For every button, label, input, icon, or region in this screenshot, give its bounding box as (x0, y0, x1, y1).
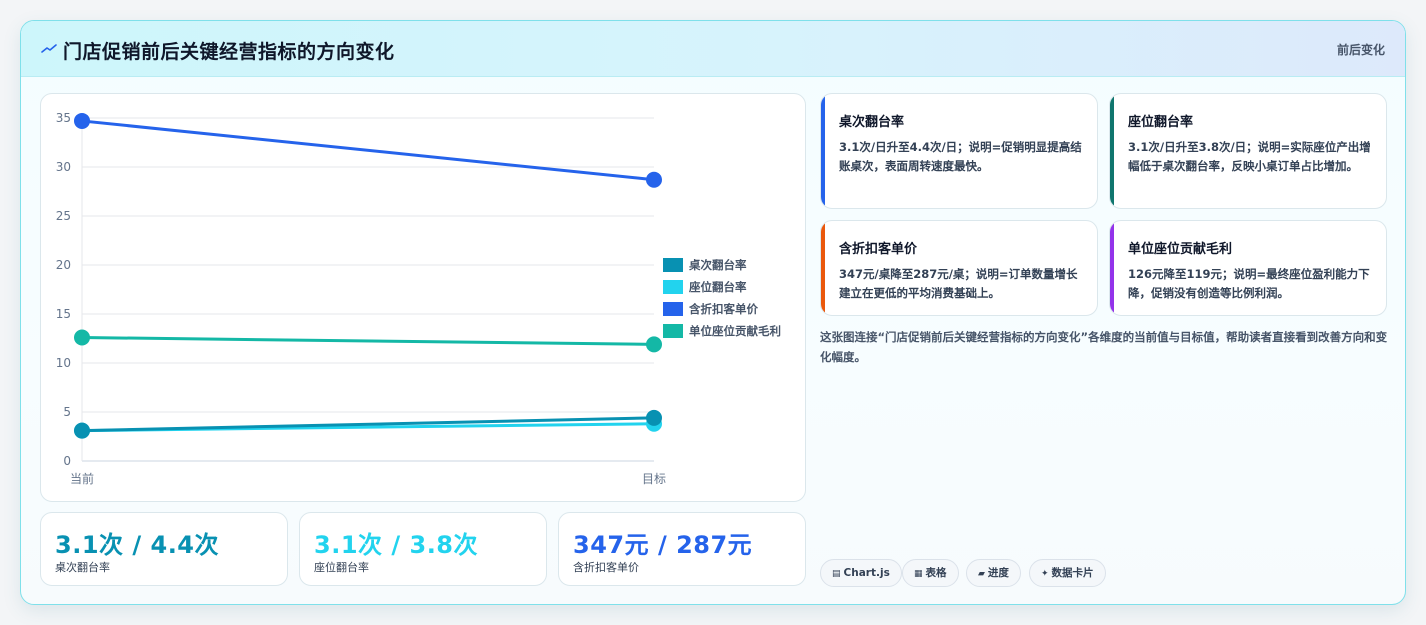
tag-label: Chart.js (843, 567, 890, 579)
legend-swatch (663, 324, 683, 338)
legend-label: 桌次翻台率 (688, 258, 747, 272)
insight-title: 单位座位贡献毛利 (1128, 242, 1233, 257)
legend-swatch (663, 258, 683, 272)
table-icon: ▦ (914, 569, 923, 579)
insight-accent-bar (1110, 94, 1114, 208)
line-chart: 0 5 10 15 20 25 30 35 当前 目标 桌次翻台率座位翻台率含折扣客单价单位座位贡献… (56, 111, 781, 486)
y-tick-label: 25 (56, 209, 71, 223)
header-badge: 前后变化 (1336, 43, 1385, 57)
data-point (74, 112, 90, 129)
tag-label: 进度 (987, 567, 1009, 579)
y-tick-label: 0 (63, 454, 71, 468)
stat-label: 桌次翻台率 (55, 561, 110, 574)
stat-value: 3.1次 / 3.8次 (314, 531, 479, 559)
legend-label: 含折扣客单价 (688, 302, 758, 316)
legend-swatch (663, 302, 683, 316)
dashboard-card: 门店促销前后关键经营指标的方向变化 前后变化 0 5 10 15 20 25 30 35 当前 目… (20, 20, 1406, 605)
x-tick-label: 目标 (642, 472, 666, 486)
page-title: 门店促销前后关键经营指标的方向变化 (63, 41, 395, 63)
stat-value: 347元 / 287元 (573, 531, 753, 559)
progress-icon: ▰ (978, 569, 985, 579)
stat-card-seat-turnover: 3.1次 / 3.8次 座位翻台率 (299, 512, 547, 586)
card-header: 门店促销前后关键经营指标的方向变化 前后变化 (21, 21, 1405, 77)
insight-accent-bar (1110, 221, 1114, 315)
chart-icon: ▤ (832, 569, 841, 579)
line-chart-panel: 0 5 10 15 20 25 30 35 当前 目标 桌次翻台率座位翻台率含折扣客单价单位座位贡献… (40, 93, 806, 502)
x-tick-label: 当前 (70, 471, 94, 486)
trend-line-icon (41, 44, 57, 53)
legend-label: 座位翻台率 (688, 280, 747, 294)
y-tick-label: 5 (63, 405, 71, 419)
insight-title: 座位翻台率 (1128, 115, 1194, 130)
tag-table[interactable]: ▦ 表格 (902, 559, 959, 587)
insight-body: 347元/桌降至287元/桌；说明=订单数量增长建立在更低的平均消费基础上。 (839, 267, 1078, 300)
series-line (81, 119, 655, 182)
tag-progress[interactable]: ▰ 进度 (966, 559, 1021, 587)
legend-swatch (663, 280, 683, 294)
y-tick-label: 20 (56, 258, 71, 272)
insight-body: 126元降至119元；说明=最终座位盈利能力下降，促销没有创造等比例利润。 (1128, 267, 1370, 300)
insight-body: 3.1次/日升至4.4次/日；说明=促销明显提高结账桌次，表面周转速度最快。 (839, 140, 1082, 173)
legend-label: 单位座位贡献毛利 (689, 324, 781, 338)
insight-card-seat-margin: 单位座位贡献毛利 126元降至119元；说明=最终座位盈利能力下降，促销没有创造… (1109, 220, 1387, 316)
tag-label: 数据卡片 (1051, 567, 1094, 579)
insight-body: 3.1次/日升至3.8次/日；说明=实际座位产出增幅低于桌次翻台率，反映小桌订单… (1128, 140, 1371, 173)
stat-label: 座位翻台率 (314, 561, 369, 574)
tag-data-card[interactable]: ✦ 数据卡片 (1029, 559, 1106, 587)
stat-label: 含折扣客单价 (573, 561, 639, 574)
y-tick-label: 10 (56, 356, 71, 370)
series-line (81, 336, 655, 346)
y-tick-label: 35 (56, 111, 71, 125)
insight-title: 桌次翻台率 (839, 115, 905, 130)
insight-accent-bar (821, 94, 825, 208)
stat-card-table-turnover: 3.1次 / 4.4次 桌次翻台率 (40, 512, 288, 586)
insight-title: 含折扣客单价 (839, 242, 918, 257)
data-point (646, 336, 662, 353)
stat-value: 3.1次 / 4.4次 (55, 531, 220, 559)
tag-label: 表格 (925, 567, 947, 579)
stat-card-avg-check: 347元 / 287元 含折扣客单价 (558, 512, 806, 586)
insight-card-avg-check: 含折扣客单价 347元/桌降至287元/桌；说明=订单数量增长建立在更低的平均消… (820, 220, 1098, 316)
tag-chartjs[interactable]: ▤ Chart.js (820, 559, 902, 587)
sparkle-icon: ✦ (1041, 569, 1049, 579)
y-tick-label: 30 (56, 160, 71, 174)
insight-card-table-turnover: 桌次翻台率 3.1次/日升至4.4次/日；说明=促销明显提高结账桌次，表面周转速… (820, 93, 1098, 209)
data-point (74, 329, 90, 346)
data-point (646, 409, 662, 426)
data-point (74, 422, 90, 439)
insight-card-seat-turnover: 座位翻台率 3.1次/日升至3.8次/日；说明=实际座位产出增幅低于桌次翻台率，… (1109, 93, 1387, 209)
chart-description: 这张图连接“门店促销前后关键经营指标的方向变化”各维度的当前值与目标值，帮助读者… (820, 330, 1388, 364)
y-tick-label: 15 (56, 307, 71, 321)
data-point (646, 171, 662, 188)
insight-accent-bar (821, 221, 825, 315)
